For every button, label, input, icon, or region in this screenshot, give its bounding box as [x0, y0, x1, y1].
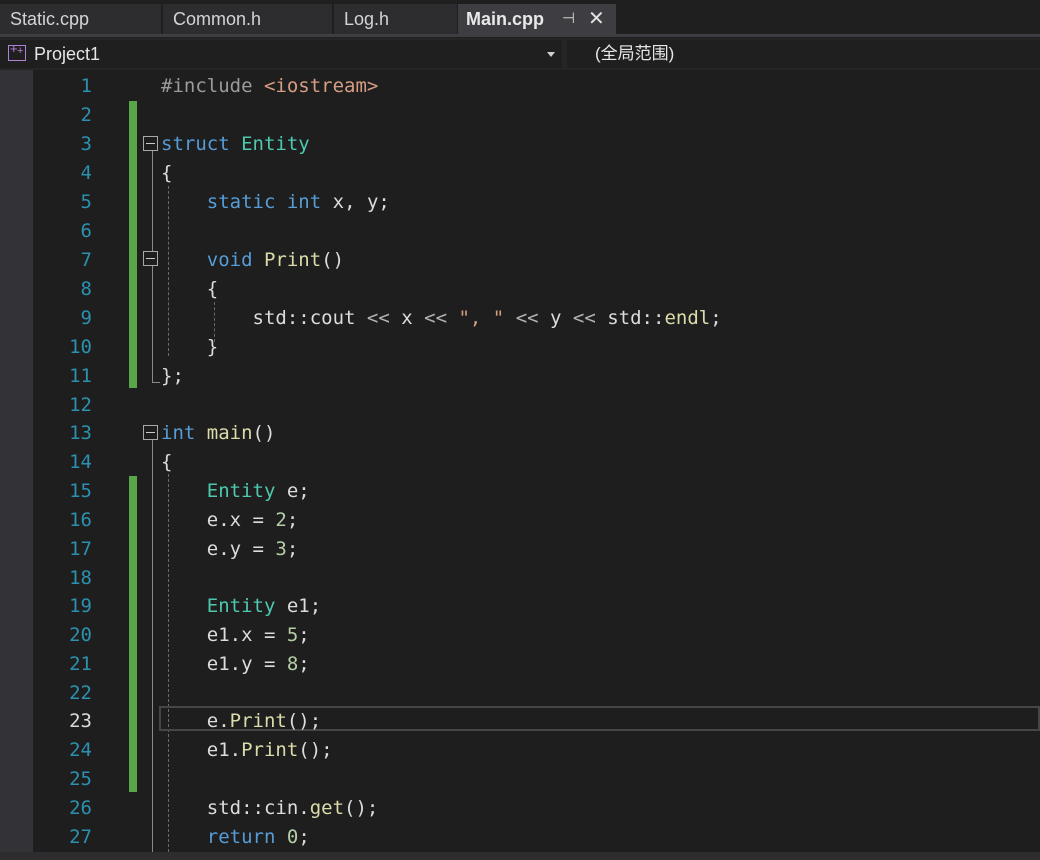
code-line[interactable]: 12: [0, 391, 1040, 419]
code-line[interactable]: 17 e.y = 3;: [0, 535, 1040, 563]
code-line[interactable]: 9 std::cout << x << ", " << y << std::en…: [0, 304, 1040, 332]
line-number: 10: [69, 336, 92, 358]
code-text: };: [161, 365, 184, 387]
cpp-project-icon: [8, 41, 26, 61]
line-number: 11: [69, 365, 92, 387]
code-line[interactable]: 19 Entity e1;: [0, 592, 1040, 620]
close-icon[interactable]: ✕: [588, 4, 605, 34]
line-number: 3: [80, 133, 92, 155]
line-number: 7: [80, 249, 92, 271]
code-line[interactable]: 7 void Print(): [0, 246, 1040, 274]
code-text: std::cin.get();: [161, 797, 379, 819]
line-number: 4: [80, 162, 92, 184]
line-number: 8: [80, 278, 92, 300]
tab-static-cpp[interactable]: Static.cpp: [0, 4, 161, 34]
line-number: 23: [69, 710, 92, 732]
line-number: 20: [69, 624, 92, 646]
code-line[interactable]: 14 {: [0, 448, 1040, 476]
line-number: 14: [69, 451, 92, 473]
code-line[interactable]: 25: [0, 765, 1040, 793]
line-number: 26: [69, 797, 92, 819]
line-number: 19: [69, 595, 92, 617]
code-line-current[interactable]: 23 e.Print();: [0, 707, 1040, 735]
code-line[interactable]: 27 return 0;: [0, 823, 1040, 851]
code-text: {: [161, 451, 173, 473]
project-name: Project1: [34, 44, 101, 64]
code-line[interactable]: 18: [0, 564, 1040, 592]
line-number: 2: [80, 104, 92, 126]
code-text: e.y = 3;: [161, 538, 299, 560]
line-number: 12: [69, 394, 92, 416]
code-text: }: [161, 336, 219, 358]
line-number: 13: [69, 422, 92, 444]
line-number: 15: [69, 480, 92, 502]
line-number: 22: [69, 682, 92, 704]
document-tab-strip: Static.cpp Common.h Log.h Main.cpp ⊣ ✕: [0, 0, 1040, 38]
code-line[interactable]: 4 {: [0, 159, 1040, 187]
code-line[interactable]: 8 {: [0, 275, 1040, 303]
code-text: e1.Print();: [161, 739, 333, 761]
tab-label: Log.h: [344, 9, 390, 29]
tab-label: Static.cpp: [10, 9, 90, 29]
code-line[interactable]: 5 static int x, y;: [0, 188, 1040, 216]
status-bar: [0, 852, 1040, 860]
code-text: void Print(): [206, 249, 345, 271]
line-number: 21: [69, 653, 92, 675]
tab-label: Common.h: [173, 9, 262, 29]
line-number: 27: [69, 826, 92, 848]
code-line[interactable]: 11 };: [0, 362, 1040, 390]
pin-icon[interactable]: ⊣: [562, 4, 575, 34]
code-text: struct Entity: [161, 133, 310, 155]
code-line[interactable]: 26 std::cin.get();: [0, 794, 1040, 822]
project-dropdown[interactable]: Project1: [0, 40, 562, 68]
tab-main-cpp[interactable]: Main.cpp ⊣ ✕: [458, 4, 616, 34]
code-text: {: [161, 278, 219, 300]
code-text: Entity e1;: [206, 595, 322, 617]
code-text: Entity e;: [206, 480, 310, 502]
code-text: return 0;: [206, 826, 310, 848]
line-number: 17: [69, 538, 92, 560]
tab-underline: [0, 34, 1040, 37]
code-line[interactable]: 6: [0, 217, 1040, 245]
code-text: #include <iostream>: [161, 75, 379, 97]
line-number: 25: [69, 768, 92, 790]
code-editor[interactable]: 1 #include <iostream> 2 3 struct Entity …: [0, 70, 1040, 852]
code-text: int main(): [161, 422, 276, 444]
code-text: std::cout << x << ", " << y << std::endl…: [161, 307, 722, 329]
line-number: 6: [80, 220, 92, 242]
tab-label: Main.cpp: [466, 9, 545, 29]
code-text: {: [161, 162, 173, 184]
code-text: e.x = 2;: [161, 509, 299, 531]
code-text: e.Print();: [161, 710, 322, 732]
code-text: e1.y = 8;: [161, 653, 310, 675]
code-line[interactable]: 2: [0, 101, 1040, 129]
code-text: e1.x = 5;: [161, 624, 310, 646]
line-number: 1: [80, 75, 92, 97]
code-line[interactable]: 16 e.x = 2;: [0, 506, 1040, 534]
code-line[interactable]: 13 int main(): [0, 419, 1040, 447]
code-line[interactable]: 22: [0, 679, 1040, 707]
line-number: 5: [80, 191, 92, 213]
line-number: 24: [69, 739, 92, 761]
code-line[interactable]: 10 }: [0, 333, 1040, 361]
navigation-bar: Project1 (全局范围): [0, 38, 1040, 70]
scope-dropdown[interactable]: (全局范围): [567, 40, 1040, 68]
chevron-down-icon[interactable]: [547, 52, 555, 57]
code-text: static int x, y;: [206, 191, 390, 213]
code-line[interactable]: 15 Entity e;: [0, 477, 1040, 505]
tab-common-h[interactable]: Common.h: [163, 4, 332, 34]
tab-log-h[interactable]: Log.h: [334, 4, 457, 34]
code-line[interactable]: 21 e1.y = 8;: [0, 650, 1040, 678]
code-line[interactable]: 24 e1.Print();: [0, 736, 1040, 764]
scope-label: (全局范围): [595, 44, 675, 63]
code-line[interactable]: 3 struct Entity: [0, 130, 1040, 158]
line-number: 9: [80, 307, 92, 329]
line-number: 18: [69, 567, 92, 589]
line-number: 16: [69, 509, 92, 531]
code-line[interactable]: 1 #include <iostream>: [0, 72, 1040, 100]
code-line[interactable]: 20 e1.x = 5;: [0, 621, 1040, 649]
